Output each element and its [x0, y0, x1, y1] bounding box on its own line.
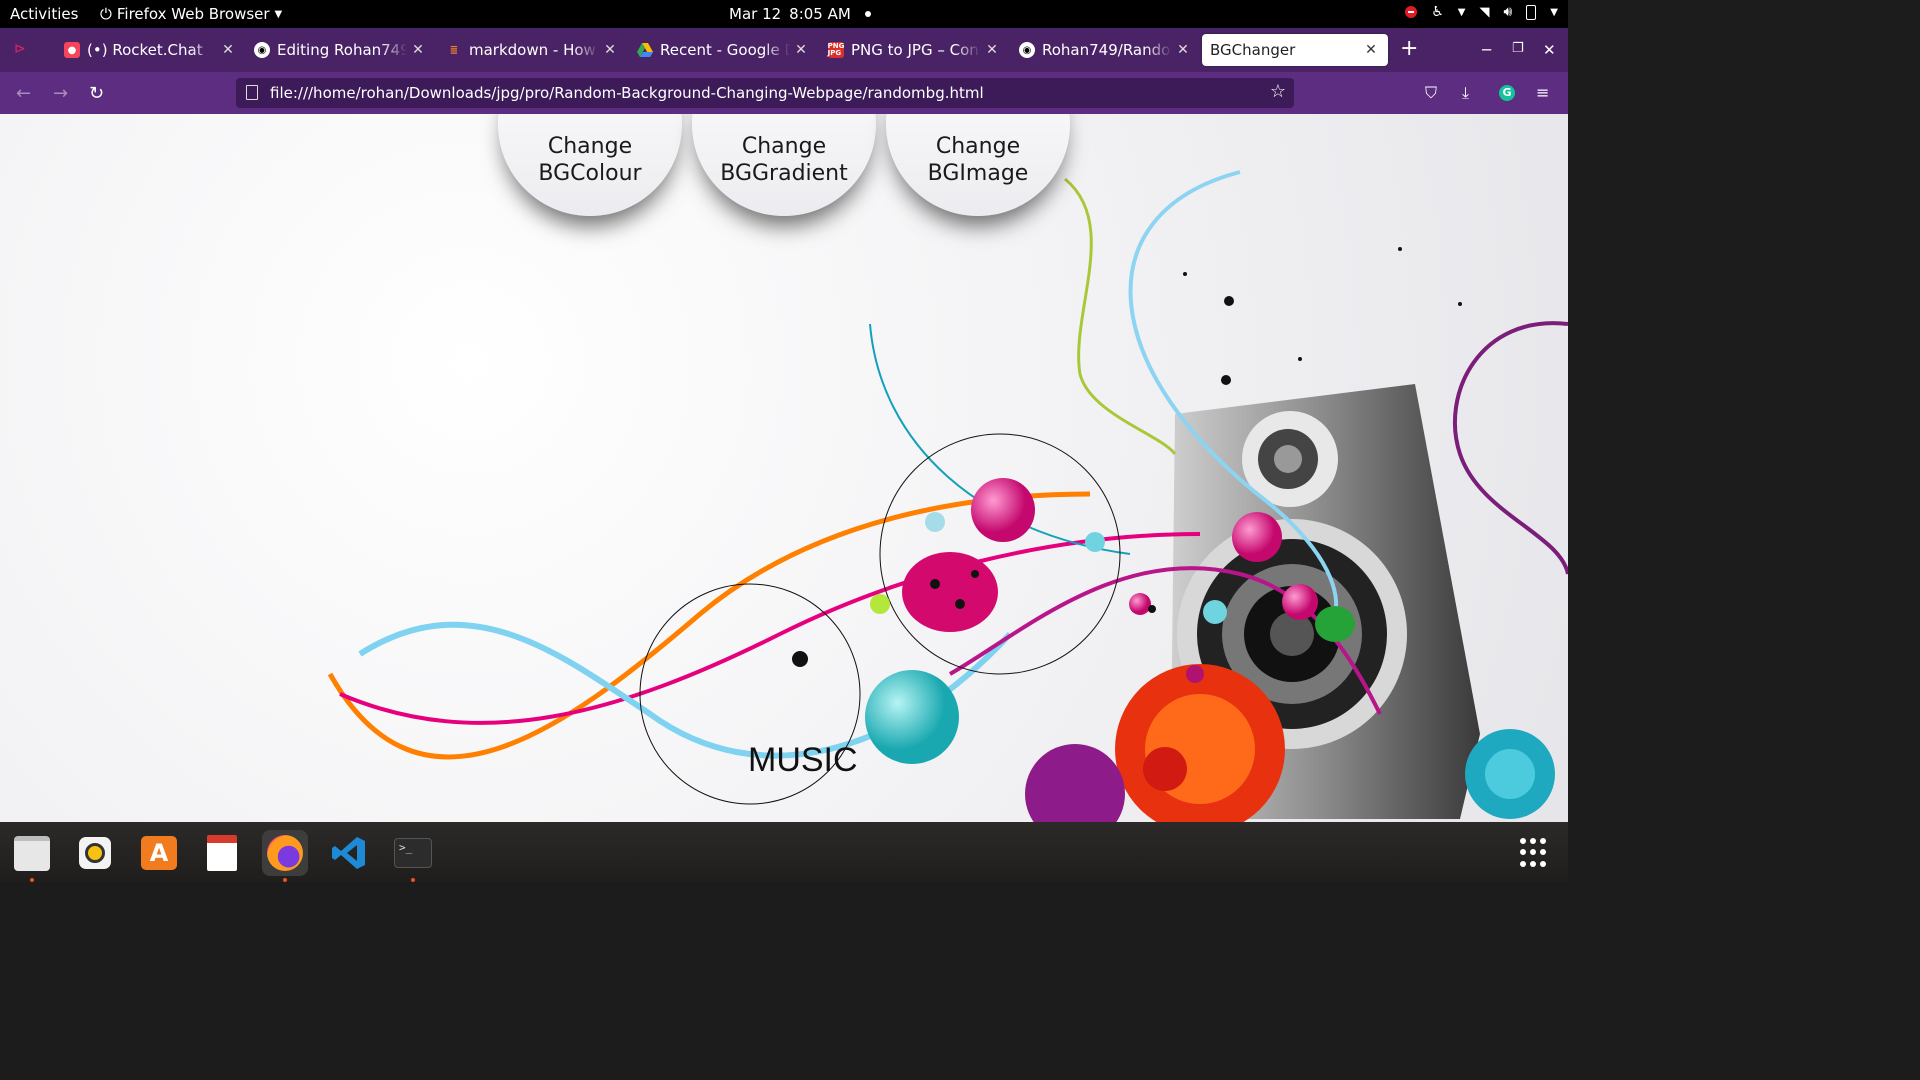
- tab-png-to-jpg[interactable]: PNGJPG PNG to JPG – Convert ✕: [828, 34, 1003, 66]
- firefox-small-icon: ⏻: [100, 5, 112, 23]
- tab-list-icon[interactable]: ⊳: [14, 41, 26, 57]
- close-tab-icon[interactable]: ✕: [221, 42, 235, 58]
- software-center-icon[interactable]: A: [136, 830, 182, 876]
- restore-icon[interactable]: ❐: [1512, 41, 1524, 56]
- system-top-bar: Activities ⏻ Firefox Web Browser ▼ Mar 1…: [0, 0, 1568, 28]
- url-text[interactable]: file:///home/rohan/Downloads/jpg/pro/Ran…: [270, 84, 984, 102]
- webpage-viewport: MUSIC Change BGColour Change BGGradient Ch…: [0, 114, 1568, 822]
- app-menu-label: Firefox Web Browser: [116, 5, 270, 23]
- close-tab-icon[interactable]: ✕: [1364, 42, 1378, 58]
- tab-rocket-chat[interactable]: ● (•) Rocket.Chat ✕: [64, 34, 239, 66]
- tab-stackoverflow[interactable]: ≣ markdown - How to ✕: [446, 34, 621, 66]
- tab-google-drive[interactable]: Recent - Google Drive ✕: [637, 34, 812, 66]
- png-jpg-icon: PNG JPG: [827, 42, 845, 58]
- navigation-bar: ← → ↻ file:///home/rohan/Downloads/jpg/p…: [0, 72, 1568, 114]
- clock[interactable]: Mar 12 8:05 AM: [729, 5, 871, 23]
- stackoverflow-icon: ≣: [449, 44, 459, 56]
- system-tray[interactable]: ♿︎ ▼ ◥ 🔊︎ ▼: [1405, 4, 1558, 20]
- music-background-image: MUSIC: [327, 170, 1568, 822]
- chevron-down-icon: ▼: [1457, 6, 1466, 18]
- time-label: 8:05 AM: [789, 5, 851, 23]
- chevron-down-icon: ▼: [274, 8, 283, 20]
- activities-button[interactable]: Activities: [10, 5, 78, 23]
- close-tab-icon[interactable]: ✕: [985, 42, 999, 58]
- github-icon: ◉: [1019, 42, 1035, 58]
- close-tab-icon[interactable]: ✕: [1176, 42, 1190, 58]
- minimize-icon[interactable]: ─: [1482, 41, 1491, 59]
- rhythmbox-icon[interactable]: [72, 830, 118, 876]
- back-arrow-icon[interactable]: ←: [16, 83, 31, 104]
- forward-arrow-icon[interactable]: →: [53, 83, 68, 104]
- bookmark-star-icon[interactable]: ☆: [1270, 81, 1286, 102]
- close-tab-icon[interactable]: ✕: [794, 42, 808, 58]
- download-icon[interactable]: ⤓: [1462, 83, 1469, 103]
- google-drive-icon: [637, 42, 653, 58]
- menu-hamburger-icon[interactable]: ≡: [1536, 83, 1549, 102]
- wifi-icon: ◥: [1479, 4, 1490, 20]
- show-applications-icon[interactable]: [1520, 838, 1550, 868]
- do-not-disturb-icon: [1405, 6, 1418, 18]
- tab-strip: ⊳ ● (•) Rocket.Chat ✕ ◉ Editing Rohan749…: [0, 28, 1568, 72]
- new-tab-button[interactable]: +: [1400, 36, 1418, 61]
- reload-icon[interactable]: ↻: [89, 83, 104, 104]
- files-icon[interactable]: [9, 830, 55, 882]
- document-viewer-icon[interactable]: [199, 830, 245, 876]
- music-text: MUSIC: [748, 741, 858, 779]
- volume-icon: 🔊︎: [1503, 4, 1513, 20]
- tab-github-repo[interactable]: ◉ Rohan749/Random-Background ✕: [1019, 34, 1194, 66]
- close-tab-icon[interactable]: ✕: [411, 42, 425, 58]
- date-label: Mar 12: [729, 5, 782, 23]
- chevron-down-icon: ▼: [1550, 6, 1558, 18]
- dock: A >_: [0, 822, 1568, 882]
- tab-editing-github[interactable]: ◉ Editing Rohan749/Random ✕: [254, 34, 429, 66]
- rocket-chat-icon: ●: [64, 42, 80, 58]
- grammarly-icon[interactable]: G: [1499, 85, 1515, 101]
- url-bar[interactable]: file:///home/rohan/Downloads/jpg/pro/Ran…: [236, 78, 1294, 108]
- app-menu[interactable]: ⏻ Firefox Web Browser ▼: [100, 5, 282, 23]
- notification-dot-icon: [864, 11, 871, 17]
- firefox-icon[interactable]: [262, 830, 308, 882]
- battery-icon: [1526, 4, 1537, 20]
- close-window-icon[interactable]: ✕: [1543, 41, 1556, 59]
- accessibility-icon[interactable]: ♿︎: [1431, 4, 1444, 20]
- page-icon: [246, 85, 258, 100]
- tab-bgchanger[interactable]: BGChanger ✕: [1202, 34, 1388, 66]
- vscode-icon[interactable]: [326, 830, 372, 876]
- terminal-icon[interactable]: >_: [390, 830, 436, 882]
- github-icon: ◉: [254, 42, 270, 58]
- close-tab-icon[interactable]: ✕: [603, 42, 617, 58]
- pocket-icon[interactable]: ⛉: [1425, 83, 1437, 103]
